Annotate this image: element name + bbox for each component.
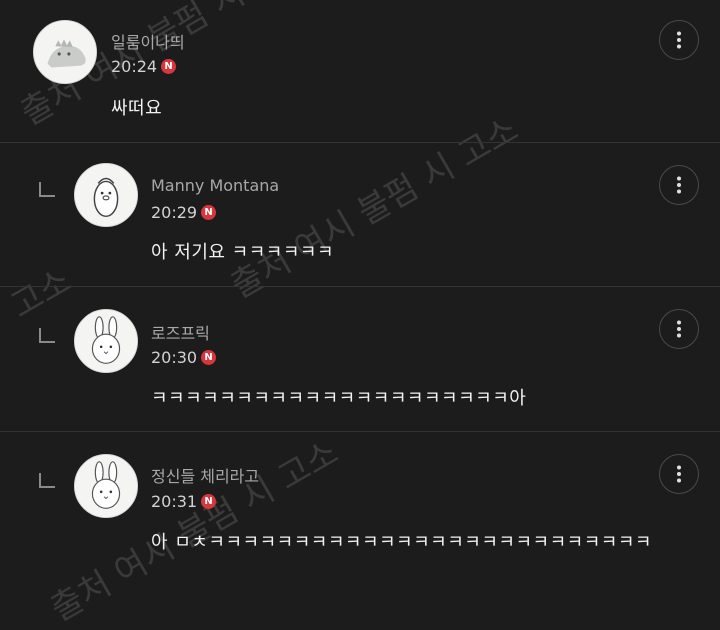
bird-avatar[interactable] [74,163,138,227]
comment-meta: 20:29 N [151,203,217,222]
comment-meta: 20:24 N [111,57,177,76]
new-badge: N [201,205,217,220]
vertical-ellipsis-icon [677,465,681,483]
comment-author[interactable]: 일룸이나띄 [111,29,185,53]
vertical-ellipsis-icon [677,176,681,194]
bunny-avatar[interactable] [74,454,138,518]
comment-item: 정신들 체리라고 20:31 N 아 ㅁㅊㅋㅋㅋㅋㅋㅋㅋㅋㅋㅋㅋㅋㅋㅋㅋㅋㅋㅋㅋ… [0,432,720,576]
comment-meta: 20:31 N [151,492,217,511]
comment-text: 싸떠요 [111,98,163,119]
comment-time: 20:31 [151,492,198,511]
comment-item: Manny Montana 20:29 N 아 저기요 ㅋㅋㅋㅋㅋㅋ [0,143,720,286]
comment-text: 아 ㅁㅊㅋㅋㅋㅋㅋㅋㅋㅋㅋㅋㅋㅋㅋㅋㅋㅋㅋㅋㅋㅋㅋㅋㅋㅋㅋㅋ [151,532,652,553]
comment-time: 20:29 [151,203,198,222]
comment-text: ㅋㅋㅋㅋㅋㅋㅋㅋㅋㅋㅋㅋㅋㅋㅋㅋㅋㅋㅋㅋㅋ아 [151,388,527,409]
comment-item: 로즈프릭 20:30 N ㅋㅋㅋㅋㅋㅋㅋㅋㅋㅋㅋㅋㅋㅋㅋㅋㅋㅋㅋㅋㅋ아 [0,287,720,431]
vertical-ellipsis-icon [677,31,681,49]
comment-author[interactable]: 로즈프릭 [151,320,210,344]
reply-arrow-icon [39,473,55,488]
comment-author[interactable]: Manny Montana [151,176,279,195]
new-badge: N [201,494,217,509]
comment-text: 아 저기요 ㅋㅋㅋㅋㅋㅋ [151,242,335,263]
dinosaur-avatar[interactable] [33,20,97,84]
more-options-button[interactable] [659,20,699,60]
vertical-ellipsis-icon [677,320,681,338]
reply-arrow-icon [39,182,55,197]
comment-item: 일룸이나띄 20:24 N 싸떠요 [0,0,720,142]
more-options-button[interactable] [659,165,699,205]
comment-time: 20:24 [111,57,158,76]
bunny-avatar[interactable] [74,309,138,373]
comment-time: 20:30 [151,348,198,367]
new-badge: N [201,350,217,365]
reply-arrow-icon [39,328,55,343]
comment-meta: 20:30 N [151,348,217,367]
new-badge: N [161,59,177,74]
more-options-button[interactable] [659,309,699,349]
more-options-button[interactable] [659,454,699,494]
comment-author[interactable]: 정신들 체리라고 [151,463,259,487]
